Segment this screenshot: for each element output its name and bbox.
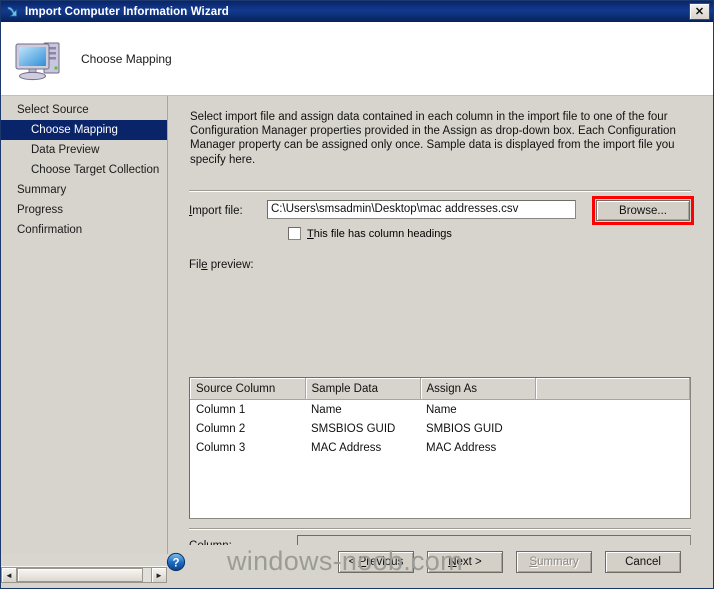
page-description: Select import file and assign data conta… xyxy=(190,111,676,166)
table-cell xyxy=(535,419,690,438)
scroll-left-button[interactable]: ◄ xyxy=(1,567,17,583)
wizard-step-list: Select Source Choose Mapping Data Preview C… xyxy=(1,96,168,554)
import-file-input[interactable]: C:\Users\smsadmin\Desktop\mac addresses.… xyxy=(267,200,576,219)
wizard-header: Choose Mapping xyxy=(1,22,713,96)
sidebar-item-summary[interactable]: Summary xyxy=(1,180,167,200)
import-file-label-rest: mport file: xyxy=(192,205,243,217)
next-button-label: Next > xyxy=(448,556,482,568)
file-preview-label: File preview: xyxy=(189,259,254,271)
browse-button[interactable]: Browse... xyxy=(596,200,690,221)
table-cell: Name xyxy=(426,403,457,416)
svg-text:?: ? xyxy=(172,557,179,569)
file-preview-table: Source Column Sample Data Assign As Column… xyxy=(190,378,690,457)
column-header[interactable]: Sample Data xyxy=(305,378,421,400)
wizard-arrow-icon xyxy=(5,4,21,20)
scroll-track[interactable] xyxy=(17,567,151,583)
separator-bottom xyxy=(189,528,691,530)
computer-monitor-icon xyxy=(13,35,67,83)
table-cell: SMSBIOS GUID xyxy=(311,422,396,435)
summary-button-label: Summary xyxy=(529,556,579,568)
page-title: Choose Mapping xyxy=(81,51,172,66)
column-headings-checkbox-row[interactable]: This file has column headings xyxy=(288,227,452,240)
window-title: Import Computer Information Wizard xyxy=(25,5,229,18)
table-cell xyxy=(535,400,690,420)
table-cell: Column 3 xyxy=(196,441,246,454)
sidebar-item-choose-target-collection[interactable]: Choose Target Collection xyxy=(1,160,167,180)
table-row[interactable]: Column 2 SMSBIOS GUID SMBIOS GUID xyxy=(190,419,690,438)
table-cell: MAC Address xyxy=(426,441,497,454)
table-row[interactable]: Column 3 MAC Address MAC Address xyxy=(190,438,690,457)
table-row[interactable]: Column 1 Name Name xyxy=(190,400,690,420)
previous-button[interactable]: < Previous xyxy=(338,551,414,573)
column-header[interactable]: Source Column xyxy=(190,378,306,400)
table-body: Column 1 Name Name Column 2 SMSBIOS GUID SMBI… xyxy=(190,400,690,458)
sidebar-item-choose-mapping[interactable]: Choose Mapping xyxy=(1,120,167,140)
wizard-window: Import Computer Information Wizard ✕ Cho… xyxy=(0,0,714,589)
sidebar-item-data-preview[interactable]: Data Preview xyxy=(1,140,167,160)
cancel-button[interactable]: Cancel xyxy=(605,551,681,573)
separator-top xyxy=(189,190,691,192)
table-cell: SMBIOS GUID xyxy=(426,422,503,435)
help-question-icon[interactable]: ? xyxy=(166,552,186,572)
main-panel: Select import file and assign data conta… xyxy=(168,96,713,582)
scroll-thumb[interactable] xyxy=(17,568,143,582)
file-preview-grid[interactable]: Source Column Sample Data Assign As Column… xyxy=(189,377,691,519)
scroll-right-button[interactable]: ► xyxy=(151,567,167,583)
column-headings-checkbox-label: This file has column headings xyxy=(307,227,452,240)
import-file-label: Import file: xyxy=(189,205,243,217)
sidebar-item-progress[interactable]: Progress xyxy=(1,200,167,220)
column-header[interactable] xyxy=(535,378,690,400)
close-button[interactable]: ✕ xyxy=(689,3,710,20)
table-cell: Column 2 xyxy=(196,422,246,435)
table-cell xyxy=(535,438,690,457)
window-bottom-strip xyxy=(1,583,713,588)
browse-button-label: Browse... xyxy=(619,204,667,217)
table-cell: Name xyxy=(311,403,342,416)
sidebar-item-confirmation[interactable]: Confirmation xyxy=(1,220,167,240)
summary-button[interactable]: Summary xyxy=(516,551,592,573)
next-button[interactable]: Next > xyxy=(427,551,503,573)
title-bar: Import Computer Information Wizard ✕ xyxy=(1,1,713,22)
column-headings-checkbox[interactable] xyxy=(288,227,301,240)
table-cell: Column 1 xyxy=(196,403,246,416)
previous-button-label: < Previous xyxy=(348,556,404,568)
table-cell: MAC Address xyxy=(311,441,382,454)
table-header-row: Source Column Sample Data Assign As xyxy=(190,378,690,400)
sidebar-item-select-source[interactable]: Select Source xyxy=(1,100,167,120)
cancel-button-label: Cancel xyxy=(625,556,661,568)
sidebar-horizontal-scrollbar[interactable]: ◄ ► xyxy=(1,566,167,583)
column-header[interactable]: Assign As xyxy=(420,378,536,400)
